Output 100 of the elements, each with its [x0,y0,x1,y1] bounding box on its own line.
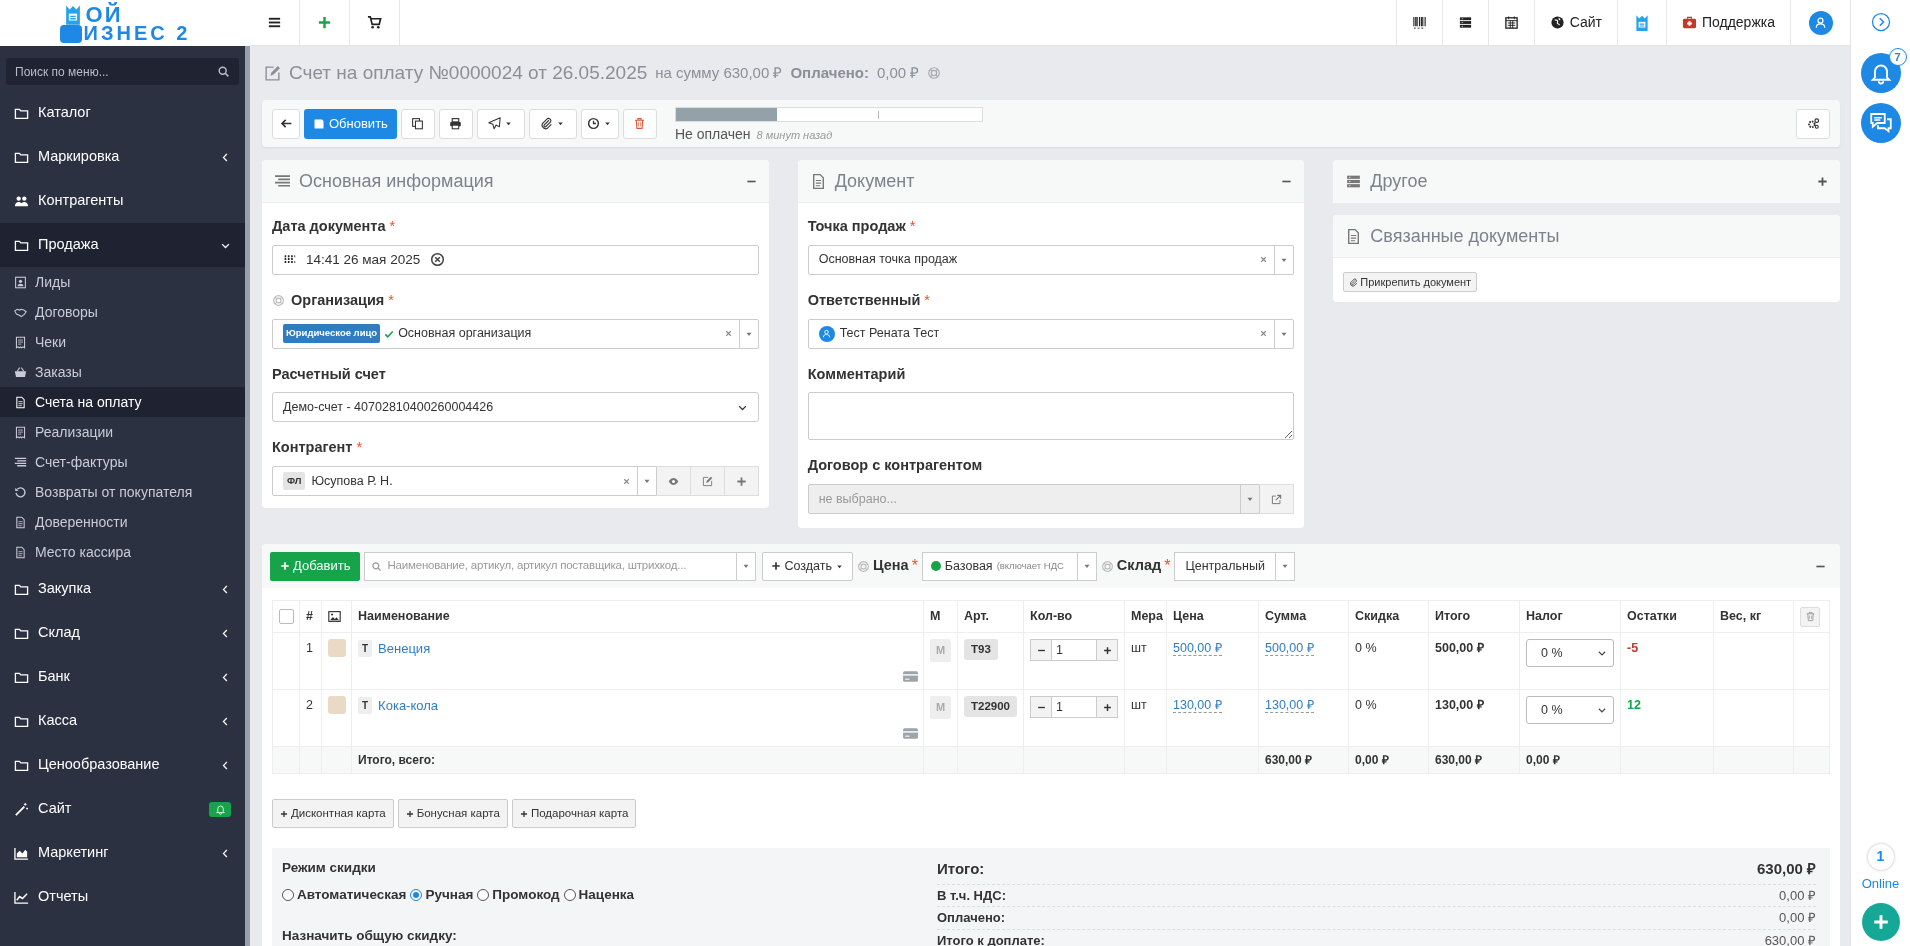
select-all-checkbox[interactable] [279,609,294,624]
back-button[interactable] [272,108,300,139]
responsible-select[interactable]: Тест Рената Тест [807,318,1295,349]
sidebar-item[interactable]: Банк [0,655,245,699]
sidebar-subitem[interactable]: Счет-фактуры [0,447,245,477]
sidebar-item[interactable]: Сайт [0,787,245,831]
sidebar-subitem[interactable]: Договоры [0,297,245,327]
comment-field[interactable] [807,392,1295,441]
sidebar-item[interactable]: Ценообразование [0,743,245,787]
globe-button[interactable]: Сайт [1533,0,1617,45]
clear-icon[interactable] [723,329,733,338]
entity-type-badge: Юридическое лицо [283,324,381,343]
sidebar-subitem[interactable]: Заказы [0,357,245,387]
contact-card-icon [14,275,27,289]
radio-button[interactable] [282,889,294,902]
sidebar-subitem[interactable]: Лиды [0,267,245,297]
dropdown-toggle[interactable] [737,551,757,581]
table-cell: 500,00 ₽ [1428,632,1520,690]
sidebar-item[interactable]: Касса [0,699,245,743]
price-link[interactable]: 500,00 ₽ [1173,641,1222,656]
radio-option[interactable]: Автоматическая [282,885,407,906]
sidebar-item[interactable]: Отчеты [0,875,245,919]
clear-icon[interactable] [621,476,631,486]
create-button[interactable]: Создать [762,551,853,581]
chat-button[interactable] [1860,103,1901,143]
add-button[interactable] [724,466,759,496]
sidebar-item[interactable]: Продажа [0,223,245,267]
notification-badge [209,801,231,817]
clear-icon[interactable] [1259,255,1269,265]
table-cell: 630,00 ₽ [1258,746,1349,774]
sidebar-item[interactable]: Маркировка [0,135,245,179]
date-field[interactable]: 14:41 26 мая 2025 [272,244,759,275]
required-mark: * [389,217,396,236]
sum-link[interactable]: 130,00 ₽ [1265,698,1314,713]
sidebar-subitem[interactable]: Доверенности [0,507,245,537]
open-link-button[interactable] [1260,484,1295,514]
radio-option[interactable]: Наценка [563,885,635,906]
plus-icon [735,475,747,487]
tax-select[interactable]: 0 % [1526,696,1614,724]
add-button[interactable] [1861,903,1900,941]
increment-button[interactable] [1096,639,1118,661]
warehouse-select[interactable]: Центральный [1174,551,1295,581]
column-header: Сумма [1258,600,1349,633]
arrow-left-icon [279,117,293,130]
search-field[interactable]: Поиск по меню... [6,58,239,85]
sidebar-item[interactable]: Закупка [0,567,245,611]
copy-button[interactable] [400,108,435,139]
plus-icon [1102,702,1112,712]
card-button[interactable]: Подарочная карта [511,799,637,828]
chevron-right-icon[interactable] [1870,12,1891,32]
radio-option[interactable]: Промокод [477,885,560,906]
radio-button[interactable] [477,889,490,902]
line-chart-icon [14,889,29,905]
expand-icon[interactable] [1817,176,1828,187]
attach-document-button[interactable]: Прикрепить документ [1343,272,1478,292]
radio-button[interactable] [563,889,576,902]
card-title: Связанные документы [1370,224,1560,248]
sidebar-item[interactable]: Каталог [0,91,245,135]
sidebar-subitem[interactable]: Чеки [0,327,245,357]
card-title: Документ [834,169,916,193]
sales-point-select[interactable]: Основная точка продаж [807,244,1295,275]
clear-icon[interactable] [1259,329,1269,338]
history-button[interactable] [580,108,619,139]
print-button[interactable] [438,108,473,139]
sidebar-item[interactable]: Маркетинг [0,831,245,875]
organization-select[interactable]: Юридическое лицо Основная организация [272,318,759,349]
sidebar-subitem[interactable]: Реализации [0,417,245,447]
sidebar-item[interactable]: Контрагенты [0,179,245,223]
product-search-field[interactable]: Наименование, артикул, артикул поставщика, штрихкод... [364,551,738,581]
card-button[interactable]: Бонусная карта [397,799,508,828]
price-link[interactable]: 130,00 ₽ [1173,698,1222,713]
basket-icon [14,365,27,379]
delete-all-button[interactable] [1800,606,1820,627]
first-aid-kit-button[interactable]: Поддержка [1665,0,1790,45]
caret-icon [603,119,613,128]
view-button[interactable] [656,466,691,496]
counterparty-select[interactable]: ФЛ Юсупова Р. Н. [272,466,657,496]
tax-select[interactable]: 0 % [1526,639,1614,667]
required-mark: * [388,290,394,310]
account-select[interactable]: Демо-счет - 40702810400260004426 [272,392,759,423]
sidebar-subitem[interactable]: Возвраты от покупателя [0,477,245,507]
product-link[interactable]: Венеция [378,639,431,659]
check-icon [384,328,395,339]
card-button[interactable]: Дисконтная карта [272,799,394,828]
lifebuoy-icon [856,559,870,573]
radio-option[interactable]: Ручная [410,885,474,906]
column-header: Цена [1166,600,1259,633]
sidebar-item[interactable]: Склад [0,611,245,655]
edit-button[interactable] [690,466,725,496]
settings-button[interactable] [1796,108,1830,139]
increment-button[interactable] [1096,696,1118,718]
sidebar-subitem[interactable]: Место кассира [0,537,245,567]
send-button[interactable] [476,108,525,139]
sum-link[interactable]: 500,00 ₽ [1265,641,1314,656]
sidebar-subitem[interactable]: Счета на оплату [0,387,245,417]
attach-button[interactable] [528,108,577,139]
price-type-select[interactable]: Базовая (включает НДС [921,551,1097,581]
refresh-button[interactable]: Обновить [304,108,397,139]
notifications-button[interactable] [1860,53,1901,93]
product-link[interactable]: Кока-кола [378,696,439,716]
